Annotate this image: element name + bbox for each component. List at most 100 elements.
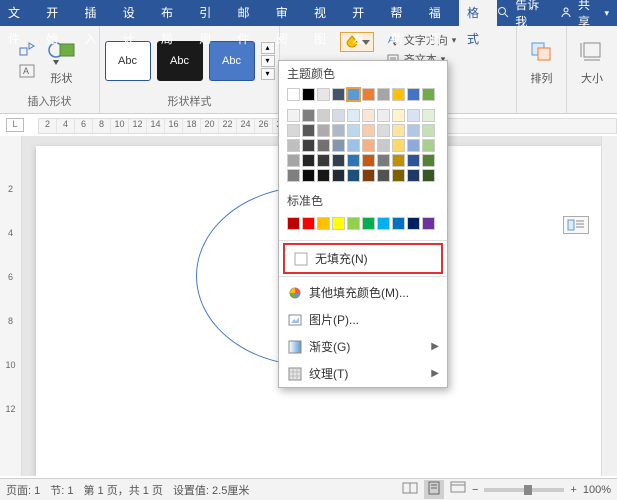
size-button[interactable]: 大小 — [572, 36, 612, 86]
tell-me-button[interactable]: 告诉我 — [515, 0, 546, 30]
color-swatch[interactable] — [407, 169, 420, 182]
color-swatch[interactable] — [317, 154, 330, 167]
status-section[interactable]: 节: 1 — [50, 482, 73, 498]
color-swatch[interactable] — [377, 169, 390, 182]
status-position[interactable]: 设置值: 2.5厘米 — [173, 482, 249, 498]
color-swatch[interactable] — [362, 109, 375, 122]
texture-fill-item[interactable]: 纹理(T) ▶ — [279, 360, 447, 387]
color-swatch[interactable] — [287, 139, 300, 152]
color-swatch[interactable] — [287, 169, 300, 182]
color-swatch[interactable] — [347, 109, 360, 122]
color-swatch[interactable] — [347, 139, 360, 152]
tab-help[interactable]: 帮助 — [383, 0, 421, 26]
color-swatch[interactable] — [407, 154, 420, 167]
color-swatch[interactable] — [392, 139, 405, 152]
color-swatch[interactable] — [392, 109, 405, 122]
color-swatch[interactable] — [332, 109, 345, 122]
no-fill-item[interactable]: 无填充(N) — [283, 243, 443, 274]
vertical-scrollbar[interactable] — [601, 136, 617, 476]
color-swatch[interactable] — [362, 139, 375, 152]
style-more[interactable]: ▾ — [261, 68, 275, 80]
tab-view[interactable]: 视图 — [306, 0, 344, 26]
color-swatch[interactable] — [362, 169, 375, 182]
style-scroll-down[interactable]: ▾ — [261, 55, 275, 67]
color-swatch[interactable] — [317, 88, 330, 101]
color-swatch[interactable] — [302, 154, 315, 167]
tab-develop[interactable]: 开发 — [344, 0, 382, 26]
status-page[interactable]: 页面: 1 — [6, 482, 40, 498]
color-swatch[interactable] — [377, 139, 390, 152]
gradient-fill-item[interactable]: 渐变(G) ▶ — [279, 333, 447, 360]
more-fill-colors-item[interactable]: 其他填充颜色(M)... — [279, 279, 447, 306]
color-swatch[interactable] — [317, 217, 330, 230]
color-swatch[interactable] — [377, 109, 390, 122]
tab-mail[interactable]: 邮件 — [230, 0, 268, 26]
color-swatch[interactable] — [392, 217, 405, 230]
color-swatch[interactable] — [377, 154, 390, 167]
tab-layout[interactable]: 布局 — [153, 0, 191, 26]
color-swatch[interactable] — [407, 109, 420, 122]
color-swatch[interactable] — [407, 217, 420, 230]
edit-shape-icon[interactable]: A — [18, 41, 36, 81]
color-swatch[interactable] — [347, 154, 360, 167]
tab-selector[interactable]: L — [6, 118, 24, 132]
color-swatch[interactable] — [302, 139, 315, 152]
color-swatch[interactable] — [347, 88, 360, 101]
color-swatch[interactable] — [302, 109, 315, 122]
color-swatch[interactable] — [362, 217, 375, 230]
color-swatch[interactable] — [422, 88, 435, 101]
tab-file[interactable]: 文件 — [0, 0, 38, 26]
color-swatch[interactable] — [332, 124, 345, 137]
color-swatch[interactable] — [347, 217, 360, 230]
color-swatch[interactable] — [422, 154, 435, 167]
color-swatch[interactable] — [302, 217, 315, 230]
zoom-value[interactable]: 100% — [583, 484, 611, 496]
color-swatch[interactable] — [287, 217, 300, 230]
color-swatch[interactable] — [317, 139, 330, 152]
tab-format[interactable]: 格式 — [459, 0, 497, 26]
zoom-slider[interactable] — [484, 488, 564, 492]
zoom-in-button[interactable]: + — [570, 484, 576, 496]
arrange-button[interactable]: 排列 — [522, 36, 562, 86]
color-swatch[interactable] — [332, 154, 345, 167]
color-swatch[interactable] — [287, 109, 300, 122]
tab-references[interactable]: 引用 — [191, 0, 229, 26]
zoom-out-button[interactable]: − — [472, 484, 478, 496]
color-swatch[interactable] — [317, 109, 330, 122]
color-swatch[interactable] — [407, 139, 420, 152]
color-swatch[interactable] — [422, 124, 435, 137]
color-swatch[interactable] — [332, 139, 345, 152]
color-swatch[interactable] — [302, 88, 315, 101]
color-swatch[interactable] — [377, 217, 390, 230]
color-swatch[interactable] — [407, 124, 420, 137]
style-scroll-up[interactable]: ▴ — [261, 42, 275, 54]
color-swatch[interactable] — [332, 88, 345, 101]
color-swatch[interactable] — [362, 124, 375, 137]
tab-home[interactable]: 开始 — [38, 0, 76, 26]
color-swatch[interactable] — [332, 169, 345, 182]
tab-foxit[interactable]: 福昕 — [421, 0, 459, 26]
color-swatch[interactable] — [422, 169, 435, 182]
color-swatch[interactable] — [422, 139, 435, 152]
view-web-icon[interactable] — [450, 481, 466, 498]
color-swatch[interactable] — [377, 124, 390, 137]
color-swatch[interactable] — [392, 154, 405, 167]
color-swatch[interactable] — [287, 88, 300, 101]
share-button[interactable]: 共享 — [578, 0, 598, 30]
color-swatch[interactable] — [347, 124, 360, 137]
color-swatch[interactable] — [287, 154, 300, 167]
color-swatch[interactable] — [332, 217, 345, 230]
view-read-icon[interactable] — [402, 481, 418, 498]
color-swatch[interactable] — [302, 124, 315, 137]
view-print-icon[interactable] — [424, 480, 444, 499]
color-swatch[interactable] — [302, 169, 315, 182]
color-swatch[interactable] — [317, 169, 330, 182]
color-swatch[interactable] — [377, 88, 390, 101]
color-swatch[interactable] — [347, 169, 360, 182]
vertical-ruler[interactable]: 24681012 — [0, 136, 22, 476]
color-swatch[interactable] — [287, 124, 300, 137]
color-swatch[interactable] — [392, 124, 405, 137]
text-box-icon[interactable]: A — [18, 63, 36, 81]
color-swatch[interactable] — [392, 88, 405, 101]
color-swatch[interactable] — [362, 154, 375, 167]
